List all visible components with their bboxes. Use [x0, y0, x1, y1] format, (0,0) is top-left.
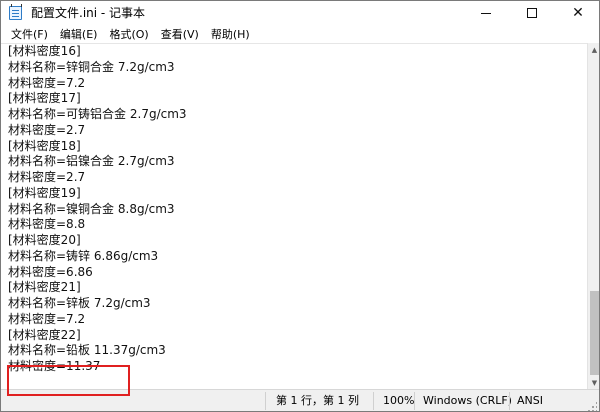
cursor-position: 第 1 行，第 1 列 — [276, 394, 359, 407]
text-line[interactable]: [材料密度17] — [8, 91, 187, 107]
text-line[interactable]: [材料密度18] — [8, 139, 187, 155]
status-divider — [265, 392, 266, 410]
encoding: ANSI — [517, 394, 543, 407]
scroll-down-arrow-icon[interactable]: ▼ — [588, 376, 599, 389]
editor-content[interactable]: [材料密度16] 材料名称=锌铜合金 7.2g/cm3 材料密度=7.2 [材料… — [8, 44, 187, 375]
menu-bar: 文件(F) 编辑(E) 格式(O) 查看(V) 帮助(H) — [1, 25, 599, 43]
close-button[interactable]: ✕ — [555, 1, 599, 25]
text-line[interactable]: 材料密度=8.8 — [8, 217, 187, 233]
text-line[interactable]: 材料密度=6.86 — [8, 265, 187, 281]
minimize-button[interactable] — [463, 1, 509, 25]
title-bar[interactable]: 配置文件.ini - 记事本 ✕ — [1, 1, 599, 25]
menu-help[interactable]: 帮助(H) — [205, 26, 256, 43]
status-divider — [414, 392, 415, 410]
maximize-button[interactable] — [509, 1, 555, 25]
notepad-window: 配置文件.ini - 记事本 ✕ 文件(F) 编辑(E) 格式(O) 查看(V)… — [0, 0, 600, 412]
menu-edit[interactable]: 编辑(E) — [54, 26, 104, 43]
annotation-highlight-box — [7, 365, 130, 396]
text-line[interactable]: 材料名称=锌板 7.2g/cm3 — [8, 296, 187, 312]
text-line[interactable]: [材料密度22] — [8, 328, 187, 344]
menu-file[interactable]: 文件(F) — [5, 26, 54, 43]
maximize-icon — [527, 8, 537, 18]
text-line[interactable]: 材料名称=铸锌 6.86g/cm3 — [8, 249, 187, 265]
text-editor[interactable]: [材料密度16] 材料名称=锌铜合金 7.2g/cm3 材料密度=7.2 [材料… — [1, 43, 587, 389]
scroll-up-arrow-icon[interactable]: ▲ — [588, 43, 599, 56]
text-line[interactable]: 材料名称=铝镍合金 2.7g/cm3 — [8, 154, 187, 170]
text-line[interactable]: [材料密度16] — [8, 44, 187, 60]
menu-view[interactable]: 查看(V) — [155, 26, 205, 43]
text-line[interactable]: 材料名称=锌铜合金 7.2g/cm3 — [8, 60, 187, 76]
vertical-scrollbar[interactable]: ▲ ▼ — [587, 43, 599, 389]
text-line[interactable]: 材料密度=2.7 — [8, 170, 187, 186]
line-ending: Windows (CRLF) — [423, 394, 512, 407]
text-line[interactable]: 材料名称=铅板 11.37g/cm3 — [8, 343, 187, 359]
text-line[interactable]: [材料密度20] — [8, 233, 187, 249]
resize-grip-icon[interactable] — [587, 401, 597, 411]
zoom-level: 100% — [383, 394, 415, 407]
text-line[interactable]: [材料密度19] — [8, 186, 187, 202]
text-line[interactable]: 材料名称=可铸铝合金 2.7g/cm3 — [8, 107, 187, 123]
window-title: 配置文件.ini - 记事本 — [31, 6, 146, 20]
text-line[interactable]: 材料名称=镍铜合金 8.8g/cm3 — [8, 202, 187, 218]
text-line[interactable]: 材料密度=2.7 — [8, 123, 187, 139]
text-line[interactable]: [材料密度21] — [8, 280, 187, 296]
status-divider — [509, 392, 510, 410]
notepad-icon — [9, 4, 22, 20]
close-icon: ✕ — [572, 5, 584, 21]
text-line[interactable]: 材料密度=7.2 — [8, 312, 187, 328]
scroll-thumb[interactable] — [590, 291, 599, 375]
status-divider — [373, 392, 374, 410]
minimize-icon — [481, 12, 491, 14]
text-line[interactable]: 材料密度=7.2 — [8, 76, 187, 92]
menu-format[interactable]: 格式(O) — [103, 26, 154, 43]
